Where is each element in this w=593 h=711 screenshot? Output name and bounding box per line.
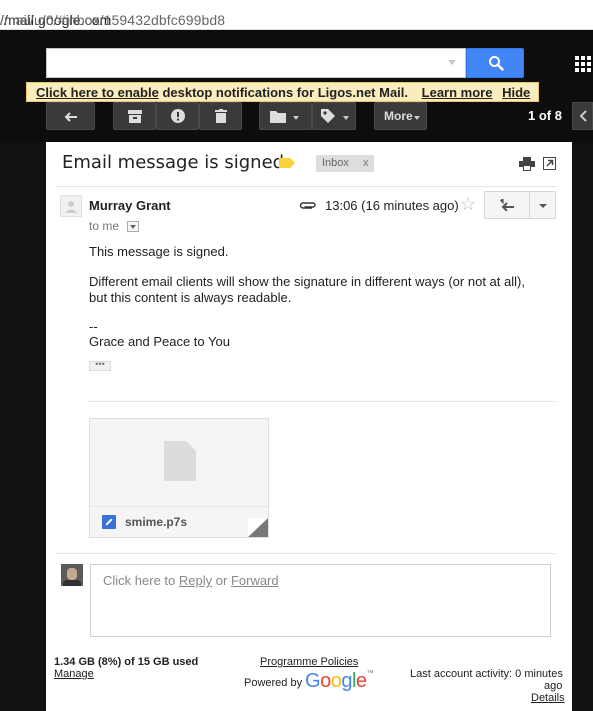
recipient-text: to me xyxy=(89,219,120,233)
delete-icon xyxy=(215,109,227,123)
attachment-divider xyxy=(89,401,556,402)
address-bar[interactable]: //mail.google.com/mail/u/0/#inbox/159432… xyxy=(0,0,593,30)
important-marker-icon[interactable] xyxy=(279,158,295,168)
chevron-down-icon xyxy=(343,116,349,120)
file-type-icon xyxy=(102,515,116,529)
more-button[interactable]: More xyxy=(374,102,427,130)
back-arrow-icon xyxy=(64,112,77,122)
details-link-text: Details xyxy=(531,692,565,704)
storage-usage: 1.34 GB (8%) of 15 GB used xyxy=(54,656,199,668)
archive-button[interactable] xyxy=(113,102,156,130)
apps-icon[interactable] xyxy=(575,56,593,72)
manage-storage-link[interactable]: Manage xyxy=(54,668,94,680)
older-button[interactable] xyxy=(572,102,593,130)
attachment-card[interactable]: smime.p7s xyxy=(89,418,269,538)
reply-link[interactable]: Reply xyxy=(179,573,212,588)
email-subject: Email message is signed xyxy=(62,152,285,173)
enable-notifications-link[interactable]: Click here to enable xyxy=(36,85,159,100)
avatar-shoulders xyxy=(63,580,81,586)
print-icon[interactable] xyxy=(519,157,535,171)
logo-letter: g xyxy=(341,670,352,692)
notification-message: desktop notifications for Ligos.net Mail… xyxy=(162,85,409,100)
body-line: Different email clients will show the si… xyxy=(89,274,525,289)
left-margin xyxy=(0,142,46,711)
logo-letter: e xyxy=(355,670,367,692)
sender-avatar[interactable] xyxy=(60,195,82,217)
last-activity-ago: ago xyxy=(544,680,563,692)
powered-by-text: Powered by xyxy=(244,677,303,689)
back-button[interactable] xyxy=(46,102,95,130)
move-to-button[interactable] xyxy=(259,102,312,130)
body-line: but this content is always readable. xyxy=(89,290,292,305)
logo-letter: o xyxy=(320,670,331,692)
trademark: ™ xyxy=(366,670,374,677)
report-spam-icon xyxy=(171,109,185,123)
sender-name[interactable]: Murray Grant xyxy=(89,198,171,213)
notification-bar: Click here to enable desktop notificatio… xyxy=(26,82,539,102)
right-margin xyxy=(572,142,593,711)
search-icon xyxy=(489,56,504,71)
chevron-down-icon xyxy=(414,116,420,120)
logo-letter: G xyxy=(305,670,321,692)
reply-icon xyxy=(500,199,514,211)
pagination-text: 1 of 8 xyxy=(528,108,562,123)
manage-link-text: Manage xyxy=(54,668,94,680)
forward-link[interactable]: Forward xyxy=(231,573,279,588)
logo-letter: o xyxy=(330,670,342,692)
hide-link[interactable]: Hide xyxy=(502,85,530,100)
search-button[interactable] xyxy=(466,48,524,78)
programme-policies-link[interactable]: Programme Policies xyxy=(260,656,358,668)
paperclip-icon xyxy=(299,202,316,209)
details-link[interactable]: Details xyxy=(531,692,565,704)
archive-icon xyxy=(128,110,142,123)
message-time: 13:06 (16 minutes ago) xyxy=(325,198,459,213)
delete-button[interactable] xyxy=(199,102,242,130)
reply-prefix: Click here to xyxy=(103,573,176,588)
show-details-button[interactable] xyxy=(127,221,139,232)
file-icon xyxy=(164,441,196,481)
remove-label-button[interactable]: x xyxy=(363,157,369,169)
body-line: This message is signed. xyxy=(89,244,229,259)
inbox-label-text: Inbox xyxy=(322,157,349,169)
reply-box[interactable]: Click here to Reply or Forward xyxy=(90,564,551,637)
tag-icon xyxy=(321,109,335,123)
search-options-caret-icon[interactable] xyxy=(448,60,456,65)
show-trimmed-content-button[interactable]: ••• xyxy=(89,360,111,371)
last-activity-text: Last account activity: 0 minutes xyxy=(410,668,563,680)
more-actions-button[interactable] xyxy=(530,191,556,219)
chevron-left-icon xyxy=(579,110,587,122)
reply-or: or xyxy=(215,573,228,588)
divider xyxy=(55,553,556,554)
learn-more-link[interactable]: Learn more xyxy=(422,85,493,100)
reply-prompt: Click here to Reply or Forward xyxy=(103,573,279,588)
signature-separator: -- xyxy=(89,319,98,334)
person-icon xyxy=(65,201,77,213)
star-icon[interactable]: ☆ xyxy=(460,194,476,215)
inbox-label-chip[interactable]: Inbox x xyxy=(316,155,374,172)
google-logo: Google™ xyxy=(305,670,373,693)
report-spam-button[interactable] xyxy=(156,102,199,130)
url-path: /mail/u/0/#inbox/159432dbfc699bd8 xyxy=(0,12,226,28)
popout-icon[interactable] xyxy=(543,157,556,170)
divider xyxy=(55,186,556,187)
user-avatar[interactable] xyxy=(61,564,83,586)
labels-button[interactable] xyxy=(312,102,356,130)
more-label: More xyxy=(384,109,413,123)
search-input[interactable] xyxy=(46,48,466,78)
policies-link-text: Programme Policies xyxy=(260,656,359,668)
signature-text: Grace and Peace to You xyxy=(89,334,230,349)
avatar-face xyxy=(67,568,77,580)
reply-button[interactable] xyxy=(484,191,530,219)
folder-icon xyxy=(270,111,286,123)
attachment-name[interactable]: smime.p7s xyxy=(125,515,187,529)
chevron-down-icon xyxy=(293,116,299,120)
